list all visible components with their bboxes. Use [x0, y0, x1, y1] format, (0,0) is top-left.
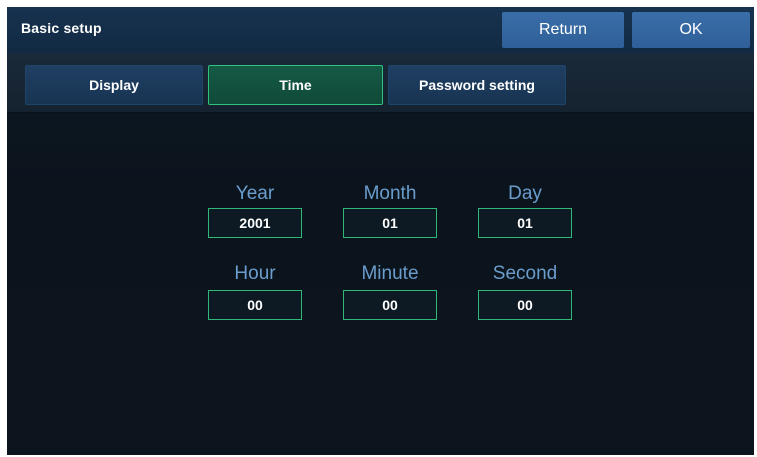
day-label: Day	[508, 183, 542, 204]
page-title: Basic setup	[21, 20, 102, 36]
hour-label: Hour	[234, 263, 276, 284]
year-label: Year	[235, 183, 275, 204]
second-label: Second	[492, 263, 558, 284]
month-label: Month	[363, 183, 417, 204]
year-field[interactable]: 2001	[208, 208, 302, 238]
settings-screen: Basic setup Return OK Display Time Passw…	[7, 7, 754, 455]
return-button[interactable]: Return	[502, 12, 624, 48]
second-field[interactable]: 00	[478, 290, 572, 320]
minute-label: Minute	[361, 263, 419, 284]
ok-button[interactable]: OK	[632, 12, 750, 48]
tab-password-setting[interactable]: Password setting	[388, 65, 566, 105]
title-bar: Basic setup Return OK	[7, 7, 754, 53]
tab-bar: Display Time Password setting	[7, 53, 754, 113]
month-field[interactable]: 01	[343, 208, 437, 238]
minute-field[interactable]: 00	[343, 290, 437, 320]
day-field[interactable]: 01	[478, 208, 572, 238]
tab-display[interactable]: Display	[25, 65, 203, 105]
tab-time[interactable]: Time	[208, 65, 383, 105]
hour-field[interactable]: 00	[208, 290, 302, 320]
